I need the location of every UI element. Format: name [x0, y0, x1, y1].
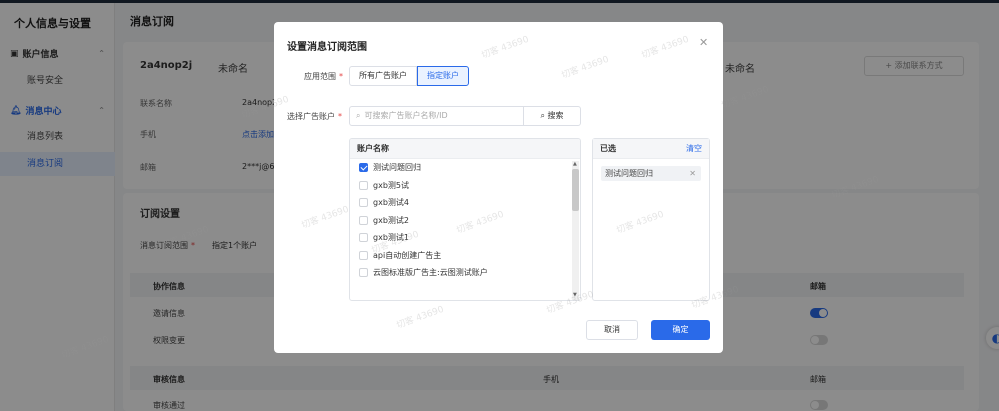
selected-tag-label: 测试问题回归: [605, 169, 653, 178]
search-icon: ⌕: [356, 111, 361, 120]
subscribe-scope-dialog: 设置消息订阅范围 ✕ 应用范围 * 所有广告账户 指定账户 选择广告账户 * ⌕ 可…: [274, 22, 723, 353]
selected-panel: 已选 清空 测试问题回归 ✕: [592, 138, 710, 301]
clear-link[interactable]: 清空: [686, 139, 702, 158]
account-list-item[interactable]: gxb测试4: [350, 194, 580, 212]
account-name: gxb测试2: [373, 215, 409, 225]
scope-specific-button[interactable]: 指定账户: [417, 66, 469, 86]
scope-all-button[interactable]: 所有广告账户: [349, 66, 417, 86]
account-list-item[interactable]: api自动创建广告主: [350, 247, 580, 265]
selected-header: 已选 清空: [593, 139, 709, 159]
account-list-item[interactable]: gxb测试1: [350, 229, 580, 247]
account-checkbox[interactable]: [359, 180, 368, 190]
account-list-scrollbar[interactable]: ▲ ▼: [572, 161, 579, 300]
account-checkbox[interactable]: [359, 215, 368, 225]
search-button[interactable]: ⌕ 搜索: [523, 106, 581, 126]
dialog-title: 设置消息订阅范围: [287, 42, 367, 53]
search-button-label: 搜索: [547, 111, 564, 120]
account-list-item[interactable]: 测试问题回归: [350, 159, 580, 177]
account-name: 测试问题回归: [373, 163, 421, 173]
select-account-label: 选择广告账户 *: [287, 112, 342, 121]
account-name: gxb测试1: [373, 233, 409, 243]
account-list-item[interactable]: 云图标准版广告主:云图测试账户: [350, 264, 580, 282]
scope-segmented-control: 所有广告账户 指定账户: [349, 66, 469, 86]
caret-up-icon[interactable]: ▲: [573, 161, 577, 167]
account-list: 测试问题回归 gxb测5试 gxb测试4 gxb测试2 gxb测试1 api自动创建广告主…: [350, 159, 580, 282]
close-icon[interactable]: ✕: [699, 36, 708, 49]
account-list-panel: 账户名称 测试问题回归 gxb测5试 gxb测试4 gxb测试2 gxb测试1 api自动…: [349, 138, 581, 301]
account-checkbox[interactable]: [359, 250, 368, 260]
account-checkbox[interactable]: [359, 198, 368, 208]
remove-icon[interactable]: ✕: [689, 166, 696, 181]
account-checkbox[interactable]: [359, 268, 368, 278]
account-list-item[interactable]: gxb测5试: [350, 177, 580, 195]
account-name: api自动创建广告主: [373, 250, 442, 260]
account-list-header: 账户名称: [350, 139, 580, 159]
caret-down-icon[interactable]: ▼: [573, 292, 577, 298]
account-search-input[interactable]: ⌕ 可搜索广告账户名称/ID: [349, 106, 524, 126]
account-name: gxb测试4: [373, 198, 409, 208]
scroll-thumb[interactable]: [572, 169, 579, 211]
search-icon: ⌕: [540, 111, 545, 120]
account-name: 云图标准版广告主:云图测试账户: [373, 268, 488, 278]
account-name: gxb测5试: [373, 180, 409, 190]
selected-tag: 测试问题回归 ✕: [601, 166, 701, 181]
search-placeholder: 可搜索广告账户名称/ID: [364, 111, 448, 120]
account-checkbox[interactable]: [359, 233, 368, 243]
selected-title: 已选: [600, 144, 616, 153]
scope-field-label: 应用范围 *: [304, 72, 343, 81]
confirm-button[interactable]: 确定: [651, 320, 710, 340]
cancel-button[interactable]: 取消: [586, 320, 638, 340]
account-checkbox[interactable]: [359, 163, 368, 173]
account-list-item[interactable]: gxb测试2: [350, 212, 580, 230]
